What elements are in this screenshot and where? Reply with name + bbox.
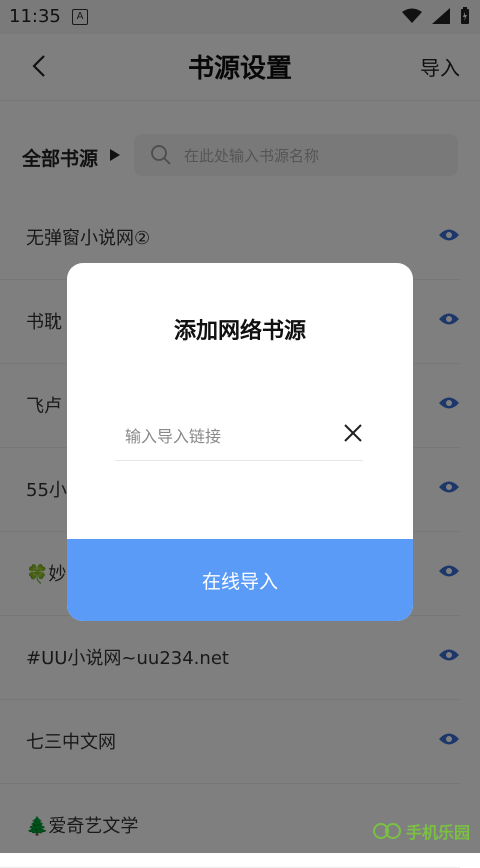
dialog-title: 添加网络书源 [173, 319, 306, 344]
online-import-button[interactable]: 在线导入 [67, 539, 413, 621]
logo-icon [372, 823, 401, 839]
close-icon[interactable] [343, 423, 363, 443]
watermark-logo: 手机乐园 [372, 819, 470, 843]
import-link-input[interactable] [123, 423, 327, 449]
import-link-field[interactable] [115, 415, 363, 461]
watermark-text: 手机乐园 [405, 823, 470, 842]
add-source-dialog: 添加网络书源 在线导入 [67, 263, 413, 621]
